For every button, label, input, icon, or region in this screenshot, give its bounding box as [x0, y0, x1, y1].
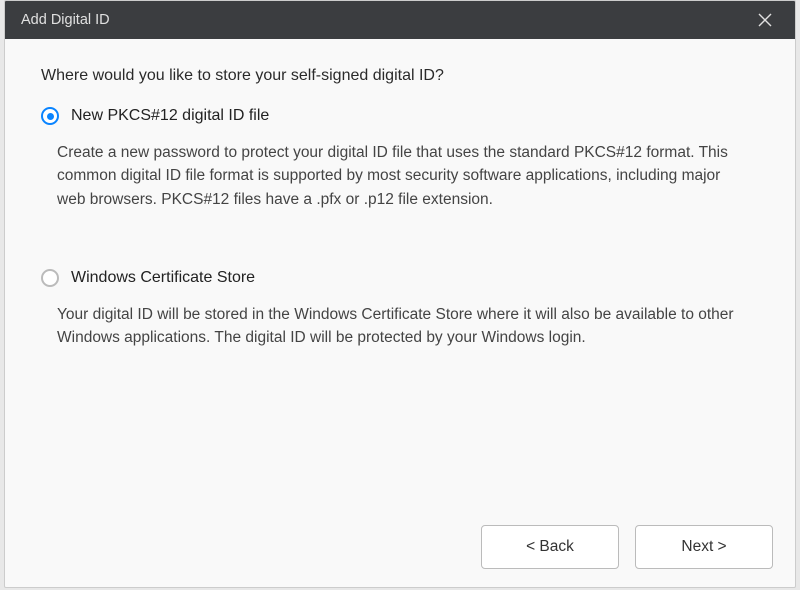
page-heading: Where would you like to store your self-…: [41, 67, 759, 85]
close-button[interactable]: [751, 6, 779, 34]
options-container: New PKCS#12 digital ID file Create a new…: [41, 107, 759, 489]
dialog-title: Add Digital ID: [21, 12, 751, 28]
close-icon: [757, 12, 773, 28]
option-windows-store-header[interactable]: Windows Certificate Store: [41, 269, 759, 287]
radio-pkcs12[interactable]: [41, 107, 59, 125]
next-button[interactable]: Next >: [635, 525, 773, 569]
back-button[interactable]: < Back: [481, 525, 619, 569]
option-pkcs12-label: New PKCS#12 digital ID file: [71, 107, 269, 125]
dialog-footer: < Back Next >: [5, 509, 795, 587]
option-windows-store-description: Your digital ID will be stored in the Wi…: [41, 303, 759, 350]
dialog-content: Where would you like to store your self-…: [5, 39, 795, 509]
option-pkcs12-description: Create a new password to protect your di…: [41, 141, 759, 211]
radio-windows-store[interactable]: [41, 269, 59, 287]
titlebar: Add Digital ID: [5, 1, 795, 39]
option-pkcs12: New PKCS#12 digital ID file Create a new…: [41, 107, 759, 211]
option-pkcs12-header[interactable]: New PKCS#12 digital ID file: [41, 107, 759, 125]
option-windows-store: Windows Certificate Store Your digital I…: [41, 269, 759, 350]
option-windows-store-label: Windows Certificate Store: [71, 269, 255, 287]
add-digital-id-dialog: Add Digital ID Where would you like to s…: [4, 0, 796, 588]
